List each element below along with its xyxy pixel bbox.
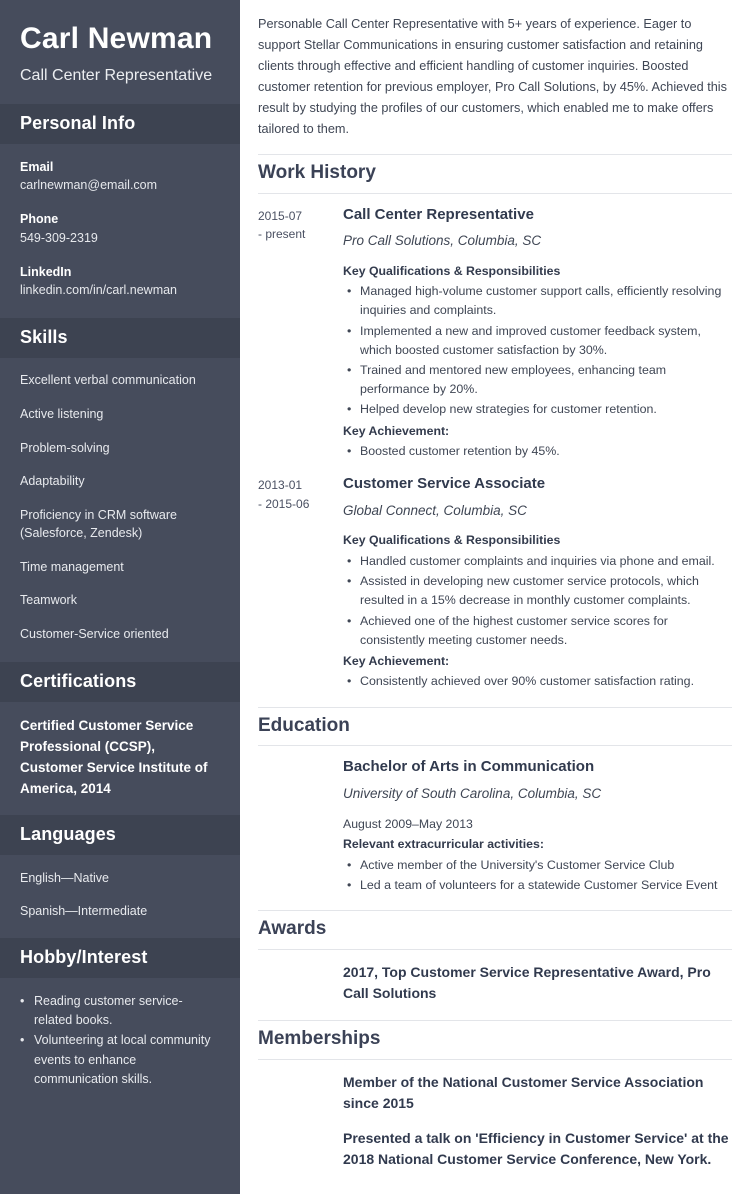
contact-item-linkedin: LinkedIn linkedin.com/in/carl.newman (20, 263, 220, 301)
list-item: Trained and mentored new employees, enha… (343, 361, 732, 399)
personal-info-list: Email carlnewman@email.com Phone 549-309… (0, 144, 240, 319)
list-item: Time management (20, 559, 124, 574)
section-title-awards: Awards (258, 910, 732, 950)
award-entry-dates-column (258, 962, 343, 1004)
list-item: Active member of the University's Custom… (343, 856, 732, 875)
contact-label-phone: Phone (20, 212, 59, 226)
award-entry: 2017, Top Customer Service Representativ… (258, 950, 732, 1006)
education-entry: Bachelor of Arts in Communication Univer… (258, 746, 732, 908)
section-heading-hobby-interest: Hobby/Interest (0, 937, 240, 978)
sidebar-header: Carl Newman Call Center Representative (0, 0, 240, 104)
professional-summary: Personable Call Center Representative wi… (258, 17, 727, 136)
contact-item-email: Email carlnewman@email.com (20, 158, 220, 196)
section-heading-languages: Languages (0, 815, 240, 856)
contact-value-linkedin[interactable]: linkedin.com/in/carl.newman (20, 281, 220, 300)
section-heading-certifications: Certifications (0, 661, 240, 702)
work-entry-organization: Global Connect, Columbia, SC (343, 502, 527, 518)
contact-value-phone[interactable]: 549-309-2319 (20, 229, 220, 248)
section-title-work-history: Work History (258, 153, 732, 194)
education-activities-label: Relevant extracurricular activities: (343, 837, 544, 852)
education-degree: Bachelor of Arts in Communication (343, 758, 595, 776)
list-item: Certified Customer Service Professional … (20, 717, 208, 796)
list-item: Proficiency in CRM software (Salesforce,… (20, 508, 177, 540)
membership-entry-dates-column (258, 1072, 343, 1114)
section-memberships: Memberships Member of the National Custo… (258, 1019, 732, 1172)
work-entry-organization: Pro Call Solutions, Columbia, SC (343, 232, 542, 248)
work-entry: 2015-07 - present Call Center Representa… (258, 194, 732, 464)
certifications-list: Certified Customer Service Professional … (0, 702, 240, 816)
resume-document: Carl Newman Call Center Representative P… (0, 0, 750, 1194)
work-entry-qualifications-list: Handled customer complaints and inquirie… (343, 552, 732, 650)
work-entry-achievement-list: Boosted customer retention by 45%. (343, 442, 732, 461)
list-item: Assisted in developing new customer serv… (343, 572, 732, 610)
work-entry-dates: 2013-01 - 2015-06 (258, 474, 343, 704)
section-heading-skills: Skills (0, 318, 240, 358)
education-institution: University of South Carolina, Columbia, … (343, 785, 602, 801)
work-entry-achievement-label: Key Achievement: (343, 423, 450, 438)
section-work-history: Work History 2015-07 - present Call Cent… (258, 153, 732, 705)
award-text: 2017, Top Customer Service Representativ… (343, 963, 711, 1001)
work-entry-date-start: 2015-07 (258, 208, 303, 223)
education-activities-list: Active member of the University's Custom… (343, 856, 732, 906)
list-item: Excellent verbal communication (20, 373, 196, 387)
list-item: Spanish—Intermediate (20, 903, 148, 918)
contact-label-email: Email (20, 159, 54, 174)
hobby-list-wrapper: Reading customer service-related books. … (0, 978, 240, 1107)
main-content: Personable Call Center Representative wi… (240, 0, 750, 1194)
list-item: Implemented a new and improved customer … (343, 322, 732, 360)
membership-entry: Presented a talk on 'Efficiency in Custo… (258, 1116, 732, 1172)
list-item: Adaptability (20, 474, 85, 489)
list-item: Achieved one of the highest customer ser… (343, 612, 732, 650)
list-item: Managed high-volume customer support cal… (343, 282, 732, 320)
hobby-list: Reading customer service-related books. … (20, 992, 220, 1090)
education-entry-dates-column (258, 757, 343, 908)
section-education: Education Bachelor of Arts in Communicat… (258, 706, 732, 908)
candidate-job-title: Call Center Representative (20, 66, 213, 84)
list-item: Problem-solving (20, 440, 110, 455)
work-entry-role: Customer Service Associate (343, 475, 546, 493)
work-entry-body: Customer Service Associate Global Connec… (343, 474, 732, 704)
education-dates: August 2009–May 2013 (343, 816, 473, 831)
membership-entry-dates-column (258, 1128, 343, 1170)
work-entry-date-start: 2013-01 (258, 478, 303, 493)
list-item: Handled customer complaints and inquirie… (343, 552, 732, 571)
work-entry-qualifications-list: Managed high-volume customer support cal… (343, 282, 732, 420)
membership-entry: Member of the National Customer Service … (258, 1060, 732, 1116)
work-entry-date-end: - 2015-06 (258, 496, 310, 511)
work-entry-body: Call Center Representative Pro Call Solu… (343, 205, 732, 464)
education-entry-body: Bachelor of Arts in Communication Univer… (343, 757, 732, 908)
candidate-name: Carl Newman (20, 22, 213, 55)
list-item: Reading customer service-related books. (20, 992, 220, 1031)
work-entry: 2013-01 - 2015-06 Customer Service Assoc… (258, 463, 732, 704)
list-item: Led a team of volunteers for a statewide… (343, 876, 732, 895)
work-entry-date-end: - present (258, 227, 306, 242)
list-item: Active listening (20, 406, 104, 421)
section-awards: Awards 2017, Top Customer Service Repres… (258, 910, 732, 1018)
contact-item-phone: Phone 549-309-2319 (20, 210, 220, 248)
list-item: Teamwork (20, 593, 77, 608)
list-item: Customer-Service oriented (20, 627, 169, 641)
list-item: Helped develop new strategies for custom… (343, 400, 732, 419)
section-heading-personal-info: Personal Info (0, 103, 240, 144)
contact-value-email[interactable]: carlnewman@email.com (20, 176, 220, 195)
contact-label-linkedin: LinkedIn (20, 264, 72, 279)
skills-list: Excellent verbal communication Active li… (0, 358, 240, 662)
section-title-memberships: Memberships (258, 1019, 732, 1060)
list-item: Boosted customer retention by 45%. (343, 442, 732, 461)
work-entry-dates: 2015-07 - present (258, 205, 343, 464)
work-entry-role: Call Center Representative (343, 205, 534, 223)
membership-text: Presented a talk on 'Efficiency in Custo… (343, 1129, 729, 1167)
work-entry-qualifications-label: Key Qualifications & Responsibilities (343, 533, 561, 548)
sidebar: Carl Newman Call Center Representative P… (0, 0, 240, 1194)
section-title-education: Education (258, 706, 732, 747)
languages-list: English—Native Spanish—Intermediate (0, 855, 240, 937)
list-item: Consistently achieved over 90% customer … (343, 672, 732, 691)
work-entry-achievement-label: Key Achievement: (343, 653, 450, 668)
membership-text: Member of the National Customer Service … (343, 1073, 704, 1111)
list-item: English—Native (20, 871, 109, 886)
work-entry-qualifications-label: Key Qualifications & Responsibilities (343, 263, 561, 278)
work-entry-achievement-list: Consistently achieved over 90% customer … (343, 672, 732, 702)
